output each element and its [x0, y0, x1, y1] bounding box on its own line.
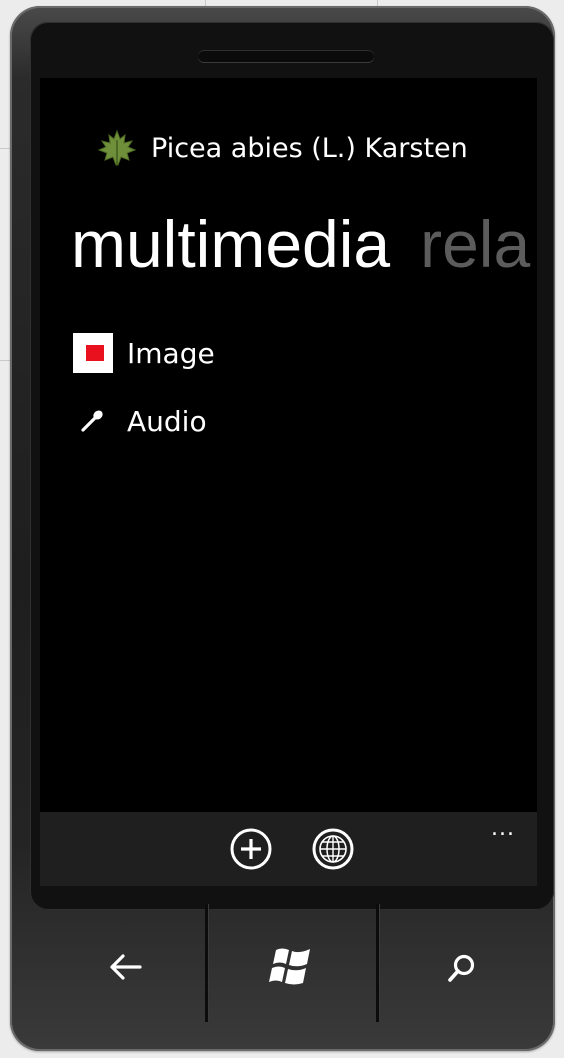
pivot-tab-next[interactable]: rela: [420, 207, 530, 281]
microphone-icon: [81, 410, 103, 432]
pivot-header: multimedia rela: [71, 206, 530, 282]
list-item-label: Audio: [127, 404, 207, 438]
maple-leaf-icon: [97, 129, 137, 166]
globe-icon[interactable]: [309, 825, 357, 873]
application-bar: ...: [40, 812, 537, 886]
image-thumbnail-icon: [73, 333, 113, 373]
desktop-background: Picea abies (L.) Karsten multimedia rela …: [0, 0, 564, 1058]
multimedia-list: Image Audio: [73, 331, 215, 467]
hardware-divider: [376, 904, 379, 1022]
earpiece-speaker: [198, 50, 374, 62]
more-options-button[interactable]: ...: [491, 816, 515, 841]
windows-logo-icon[interactable]: [268, 944, 316, 988]
phone-screen: Picea abies (L.) Karsten multimedia rela …: [40, 78, 537, 886]
back-arrow-icon[interactable]: [106, 950, 146, 984]
list-item-audio[interactable]: Audio: [73, 399, 215, 443]
app-title-text: Picea abies (L.) Karsten: [151, 132, 468, 164]
plus-circle-icon[interactable]: [227, 825, 275, 873]
app-title: Picea abies (L.) Karsten: [97, 128, 468, 168]
list-item-label: Image: [127, 336, 215, 370]
hardware-divider: [205, 904, 208, 1022]
search-icon[interactable]: [444, 950, 480, 986]
list-item-image[interactable]: Image: [73, 331, 215, 375]
pivot-tab-multimedia[interactable]: multimedia: [71, 207, 390, 281]
